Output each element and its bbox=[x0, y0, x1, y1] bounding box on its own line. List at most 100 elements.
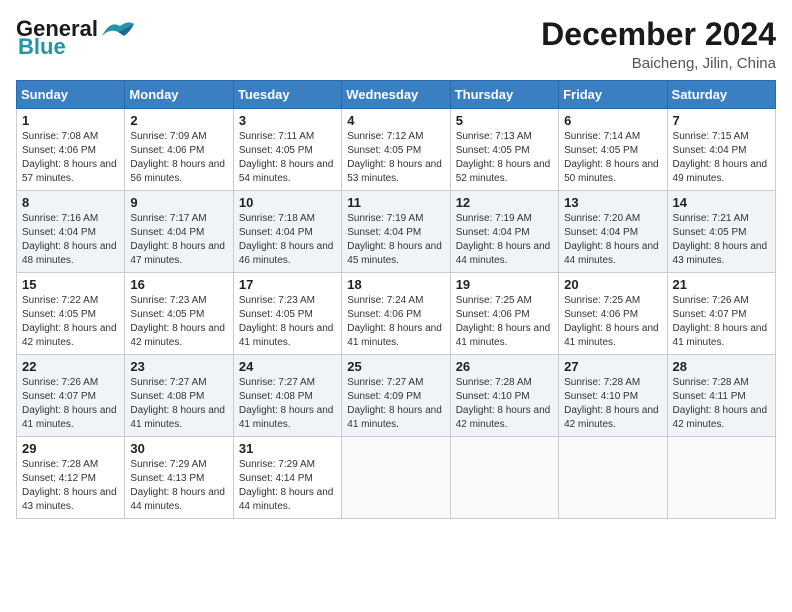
weekday-header-monday: Monday bbox=[125, 81, 233, 109]
day-info: Sunrise: 7:16 AMSunset: 4:04 PMDaylight:… bbox=[22, 212, 119, 268]
page-header: General Blue December 2024 Baicheng, Jil… bbox=[16, 16, 776, 72]
day-info: Sunrise: 7:25 AMSunset: 4:06 PMDaylight:… bbox=[456, 294, 553, 350]
day-number: 30 bbox=[130, 441, 227, 456]
day-info: Sunrise: 7:28 AMSunset: 4:11 PMDaylight:… bbox=[673, 376, 770, 432]
calendar-cell: 7Sunrise: 7:15 AMSunset: 4:04 PMDaylight… bbox=[667, 109, 775, 191]
calendar-cell: 4 Sunrise: 7:12 AMSunset: 4:05 PMDaylight… bbox=[342, 109, 450, 191]
day-number: 14 bbox=[673, 195, 770, 210]
day-info: Sunrise: 7:14 AMSunset: 4:05 PMDaylight:… bbox=[564, 130, 661, 186]
weekday-header-tuesday: Tuesday bbox=[233, 81, 341, 109]
calendar-cell: 15Sunrise: 7:22 AMSunset: 4:05 PMDayligh… bbox=[17, 273, 125, 355]
day-info: Sunrise: 7:28 AMSunset: 4:10 PMDaylight:… bbox=[456, 376, 553, 432]
day-info: Sunrise: 7:28 AMSunset: 4:10 PMDaylight:… bbox=[564, 376, 661, 432]
weekday-header-saturday: Saturday bbox=[667, 81, 775, 109]
day-info: Sunrise: 7:26 AMSunset: 4:07 PMDaylight:… bbox=[673, 294, 770, 350]
calendar-cell: 26 Sunrise: 7:28 AMSunset: 4:10 PMDayligh… bbox=[450, 355, 558, 437]
day-number: 23 bbox=[130, 359, 227, 374]
calendar-cell: 10 Sunrise: 7:18 AMSunset: 4:04 PMDayligh… bbox=[233, 191, 341, 273]
day-number: 2 bbox=[130, 113, 227, 128]
calendar-cell: 12 Sunrise: 7:19 AMSunset: 4:04 PMDayligh… bbox=[450, 191, 558, 273]
logo-bird-icon bbox=[100, 18, 136, 40]
calendar-cell bbox=[667, 437, 775, 519]
day-info: Sunrise: 7:13 AMSunset: 4:05 PMDaylight:… bbox=[456, 130, 553, 186]
day-number: 10 bbox=[239, 195, 336, 210]
day-info: Sunrise: 7:25 AMSunset: 4:06 PMDaylight:… bbox=[564, 294, 661, 350]
calendar-week-row: 29Sunrise: 7:28 AMSunset: 4:12 PMDayligh… bbox=[17, 437, 776, 519]
day-info: Sunrise: 7:18 AMSunset: 4:04 PMDaylight:… bbox=[239, 212, 336, 268]
weekday-header-thursday: Thursday bbox=[450, 81, 558, 109]
day-number: 7 bbox=[673, 113, 770, 128]
day-number: 3 bbox=[239, 113, 336, 128]
day-number: 17 bbox=[239, 277, 336, 292]
calendar-cell: 5 Sunrise: 7:13 AMSunset: 4:05 PMDaylight… bbox=[450, 109, 558, 191]
calendar-cell: 1 Sunrise: 7:08 AMSunset: 4:06 PMDaylight… bbox=[17, 109, 125, 191]
calendar-cell: 20 Sunrise: 7:25 AMSunset: 4:06 PMDayligh… bbox=[559, 273, 667, 355]
calendar-cell: 3 Sunrise: 7:11 AMSunset: 4:05 PMDaylight… bbox=[233, 109, 341, 191]
day-info: Sunrise: 7:17 AMSunset: 4:04 PMDaylight:… bbox=[130, 212, 227, 268]
weekday-header-friday: Friday bbox=[559, 81, 667, 109]
day-number: 1 bbox=[22, 113, 119, 128]
calendar-cell: 31 Sunrise: 7:29 AMSunset: 4:14 PMDayligh… bbox=[233, 437, 341, 519]
day-info: Sunrise: 7:29 AMSunset: 4:13 PMDaylight:… bbox=[130, 458, 227, 514]
calendar-week-row: 22Sunrise: 7:26 AMSunset: 4:07 PMDayligh… bbox=[17, 355, 776, 437]
day-number: 9 bbox=[130, 195, 227, 210]
day-number: 22 bbox=[22, 359, 119, 374]
month-year-title: December 2024 bbox=[541, 16, 776, 53]
day-number: 26 bbox=[456, 359, 553, 374]
day-number: 25 bbox=[347, 359, 444, 374]
day-number: 19 bbox=[456, 277, 553, 292]
calendar-cell: 17Sunrise: 7:23 AMSunset: 4:05 PMDayligh… bbox=[233, 273, 341, 355]
weekday-header-wednesday: Wednesday bbox=[342, 81, 450, 109]
calendar-week-row: 8Sunrise: 7:16 AMSunset: 4:04 PMDaylight… bbox=[17, 191, 776, 273]
day-info: Sunrise: 7:12 AMSunset: 4:05 PMDaylight:… bbox=[347, 130, 444, 186]
day-info: Sunrise: 7:23 AMSunset: 4:05 PMDaylight:… bbox=[130, 294, 227, 350]
day-info: Sunrise: 7:27 AMSunset: 4:09 PMDaylight:… bbox=[347, 376, 444, 432]
location-subtitle: Baicheng, Jilin, China bbox=[541, 55, 776, 72]
calendar-header-row: SundayMondayTuesdayWednesdayThursdayFrid… bbox=[17, 81, 776, 109]
day-number: 31 bbox=[239, 441, 336, 456]
day-number: 15 bbox=[22, 277, 119, 292]
calendar-cell: 30 Sunrise: 7:29 AMSunset: 4:13 PMDayligh… bbox=[125, 437, 233, 519]
calendar-cell: 29Sunrise: 7:28 AMSunset: 4:12 PMDayligh… bbox=[17, 437, 125, 519]
day-number: 21 bbox=[673, 277, 770, 292]
day-number: 5 bbox=[456, 113, 553, 128]
day-number: 11 bbox=[347, 195, 444, 210]
logo-text-blue: Blue bbox=[18, 34, 66, 60]
day-number: 24 bbox=[239, 359, 336, 374]
calendar-cell: 28 Sunrise: 7:28 AMSunset: 4:11 PMDayligh… bbox=[667, 355, 775, 437]
calendar-cell: 11 Sunrise: 7:19 AMSunset: 4:04 PMDayligh… bbox=[342, 191, 450, 273]
day-number: 29 bbox=[22, 441, 119, 456]
day-info: Sunrise: 7:29 AMSunset: 4:14 PMDaylight:… bbox=[239, 458, 336, 514]
calendar-cell: 18 Sunrise: 7:24 AMSunset: 4:06 PMDayligh… bbox=[342, 273, 450, 355]
calendar-cell: 16 Sunrise: 7:23 AMSunset: 4:05 PMDayligh… bbox=[125, 273, 233, 355]
day-number: 28 bbox=[673, 359, 770, 374]
day-info: Sunrise: 7:21 AMSunset: 4:05 PMDaylight:… bbox=[673, 212, 770, 268]
day-info: Sunrise: 7:24 AMSunset: 4:06 PMDaylight:… bbox=[347, 294, 444, 350]
day-number: 4 bbox=[347, 113, 444, 128]
day-info: Sunrise: 7:27 AMSunset: 4:08 PMDaylight:… bbox=[130, 376, 227, 432]
day-info: Sunrise: 7:11 AMSunset: 4:05 PMDaylight:… bbox=[239, 130, 336, 186]
day-number: 6 bbox=[564, 113, 661, 128]
calendar-cell: 13Sunrise: 7:20 AMSunset: 4:04 PMDayligh… bbox=[559, 191, 667, 273]
calendar-cell: 9 Sunrise: 7:17 AMSunset: 4:04 PMDaylight… bbox=[125, 191, 233, 273]
calendar-cell: 21 Sunrise: 7:26 AMSunset: 4:07 PMDayligh… bbox=[667, 273, 775, 355]
day-number: 16 bbox=[130, 277, 227, 292]
calendar-table: SundayMondayTuesdayWednesdayThursdayFrid… bbox=[16, 80, 776, 519]
calendar-week-row: 1 Sunrise: 7:08 AMSunset: 4:06 PMDaylight… bbox=[17, 109, 776, 191]
day-number: 18 bbox=[347, 277, 444, 292]
day-number: 12 bbox=[456, 195, 553, 210]
calendar-cell: 24 Sunrise: 7:27 AMSunset: 4:08 PMDayligh… bbox=[233, 355, 341, 437]
calendar-cell: 25 Sunrise: 7:27 AMSunset: 4:09 PMDayligh… bbox=[342, 355, 450, 437]
calendar-cell: 27Sunrise: 7:28 AMSunset: 4:10 PMDayligh… bbox=[559, 355, 667, 437]
calendar-cell: 6 Sunrise: 7:14 AMSunset: 4:05 PMDaylight… bbox=[559, 109, 667, 191]
day-number: 13 bbox=[564, 195, 661, 210]
calendar-cell: 14 Sunrise: 7:21 AMSunset: 4:05 PMDayligh… bbox=[667, 191, 775, 273]
day-info: Sunrise: 7:19 AMSunset: 4:04 PMDaylight:… bbox=[347, 212, 444, 268]
day-info: Sunrise: 7:08 AMSunset: 4:06 PMDaylight:… bbox=[22, 130, 119, 186]
calendar-cell bbox=[559, 437, 667, 519]
calendar-cell: 23 Sunrise: 7:27 AMSunset: 4:08 PMDayligh… bbox=[125, 355, 233, 437]
day-info: Sunrise: 7:27 AMSunset: 4:08 PMDaylight:… bbox=[239, 376, 336, 432]
day-number: 20 bbox=[564, 277, 661, 292]
calendar-week-row: 15Sunrise: 7:22 AMSunset: 4:05 PMDayligh… bbox=[17, 273, 776, 355]
day-info: Sunrise: 7:19 AMSunset: 4:04 PMDaylight:… bbox=[456, 212, 553, 268]
